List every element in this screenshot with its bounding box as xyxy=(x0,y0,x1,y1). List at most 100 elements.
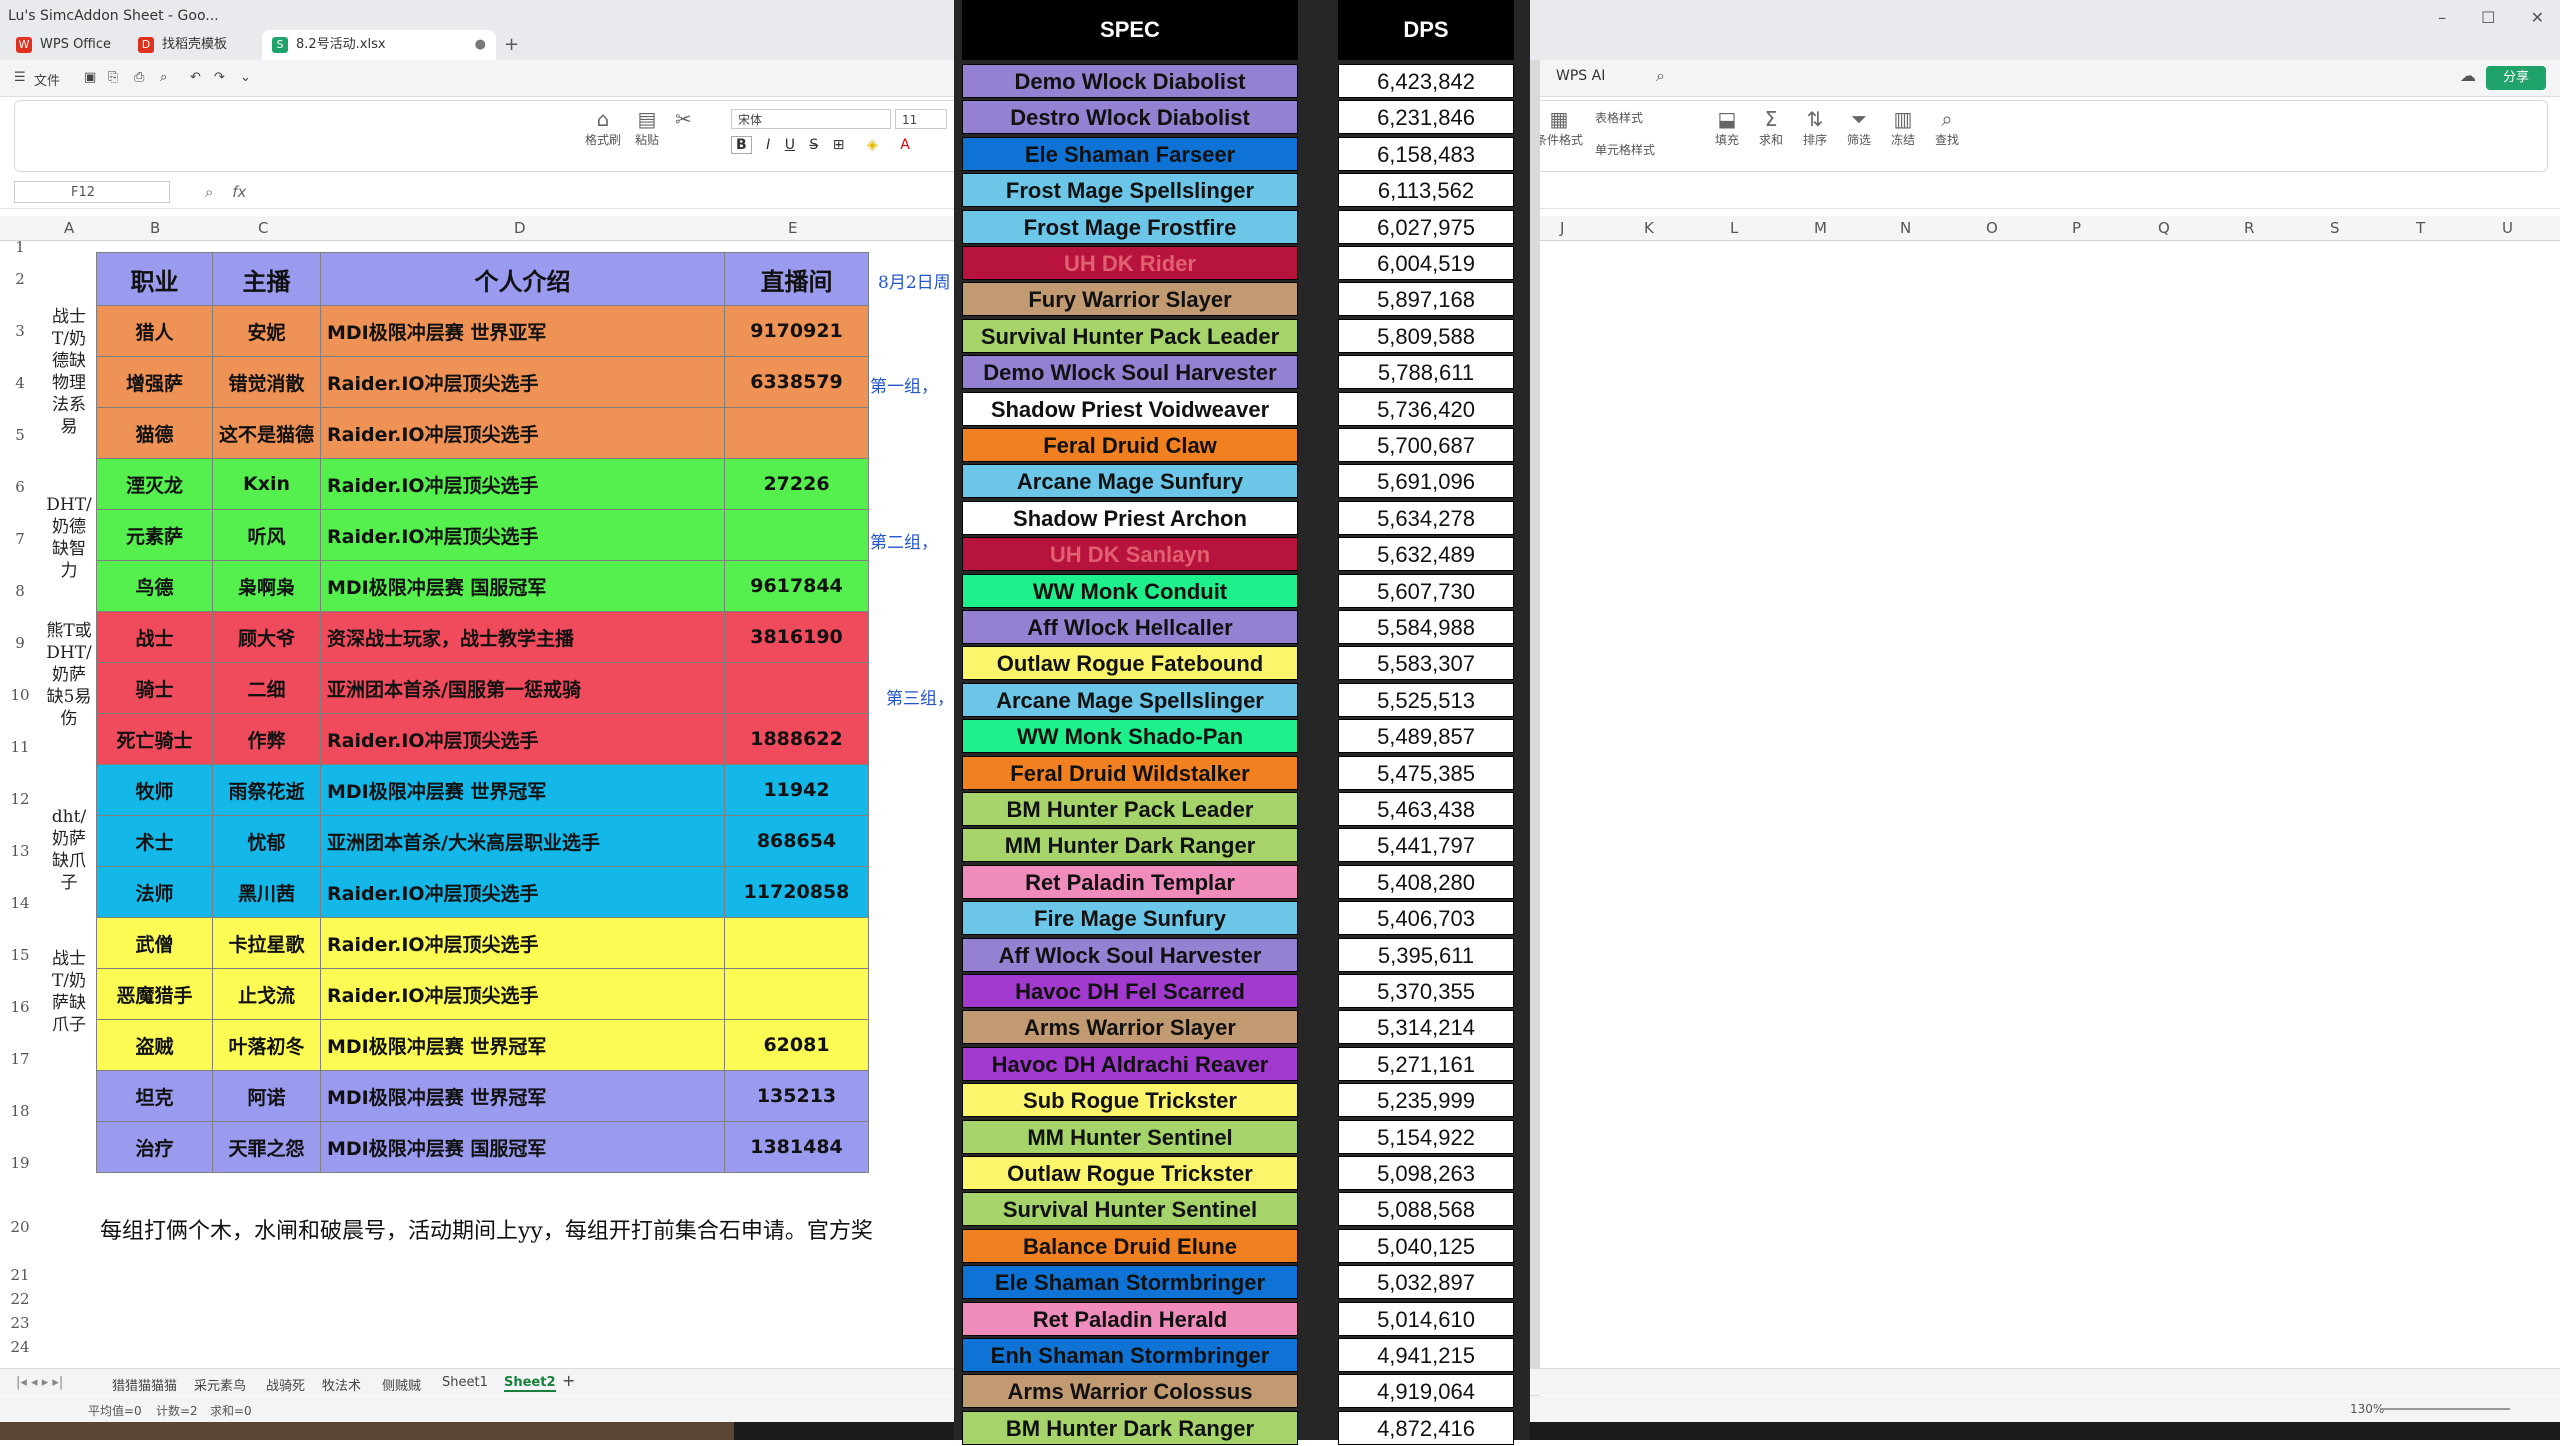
room-cell[interactable]: 868654 xyxy=(724,815,869,867)
side-note[interactable]: 第二组， xyxy=(870,528,938,553)
file-menu[interactable]: 文件 xyxy=(34,70,60,89)
class-cell[interactable]: 猫德 xyxy=(96,407,213,459)
row-number[interactable]: 13 xyxy=(0,842,40,860)
chevron-down-icon[interactable]: ⌄ xyxy=(240,70,251,85)
row-number[interactable]: 8 xyxy=(0,582,40,600)
room-cell[interactable] xyxy=(724,509,869,561)
border-icon[interactable]: ⊞ xyxy=(833,137,845,153)
group-label[interactable]: DHT/奶德缺智力 xyxy=(44,494,94,594)
class-cell[interactable]: 治疗 xyxy=(96,1121,213,1173)
intro-cell[interactable]: MDI极限冲层赛 世界冠军 xyxy=(320,1070,725,1122)
intro-cell[interactable]: MDI极限冲层赛 世界冠军 xyxy=(320,764,725,816)
zoom-icon[interactable]: ⌕ xyxy=(205,183,213,201)
streamer-cell[interactable]: 安妮 xyxy=(212,305,321,357)
streamer-cell[interactable]: 这不是猫德 xyxy=(212,407,321,459)
group-label[interactable]: 熊T或DHT/奶萨缺5易伤 xyxy=(44,620,94,768)
class-cell[interactable]: 坦克 xyxy=(96,1070,213,1122)
sheet-tab[interactable]: 侧贼贼 xyxy=(382,1375,421,1394)
row-number[interactable]: 23 xyxy=(0,1314,40,1332)
side-note[interactable]: 8月2日周 xyxy=(878,268,951,293)
font-name-select[interactable]: 宋体 xyxy=(731,109,891,129)
col-header[interactable]: C xyxy=(258,219,268,237)
intro-cell[interactable]: MDI极限冲层赛 世界冠军 xyxy=(320,1019,725,1071)
row-number[interactable]: 9 xyxy=(0,634,40,652)
header-cell[interactable]: 个人介绍 xyxy=(320,252,725,306)
room-cell[interactable] xyxy=(724,917,869,969)
cut-button[interactable]: ✂ xyxy=(675,107,692,131)
row-number[interactable]: 6 xyxy=(0,478,40,496)
class-cell[interactable]: 术士 xyxy=(96,815,213,867)
room-cell[interactable]: 1888622 xyxy=(724,713,869,765)
row-number[interactable]: 14 xyxy=(0,894,40,912)
row-number[interactable]: 3 xyxy=(0,322,40,340)
col-header[interactable]: U xyxy=(2502,219,2513,237)
room-cell[interactable]: 27226 xyxy=(724,458,869,510)
intro-cell[interactable]: 资深战士玩家，战士教学主播 xyxy=(320,611,725,663)
maximize-icon[interactable]: ☐ xyxy=(2481,8,2495,27)
close-tab-icon[interactable]: ● xyxy=(475,30,486,60)
tab-nav-icon[interactable]: |◂ ◂ ▸ ▸| xyxy=(16,1375,63,1390)
sum-button[interactable]: Σ 求和 xyxy=(1759,107,1783,148)
cloud-icon[interactable]: ☁ xyxy=(2460,66,2476,85)
search-icon[interactable]: ⌕ xyxy=(1656,66,1665,86)
row-number[interactable]: 5 xyxy=(0,426,40,444)
streamer-cell[interactable]: 二细 xyxy=(212,662,321,714)
font-color-icon[interactable]: A xyxy=(900,137,910,153)
col-header[interactable]: Q xyxy=(2158,219,2170,237)
close-icon[interactable]: ✕ xyxy=(2531,8,2544,27)
group-label[interactable]: 战士T/奶萨缺爪子 xyxy=(44,948,94,1070)
room-cell[interactable]: 11942 xyxy=(724,764,869,816)
room-cell[interactable] xyxy=(724,662,869,714)
filter-button[interactable]: ⏷ 筛选 xyxy=(1847,107,1871,148)
streamer-cell[interactable]: 阿诺 xyxy=(212,1070,321,1122)
row-number[interactable]: 17 xyxy=(0,1050,40,1068)
col-header[interactable]: E xyxy=(788,219,797,237)
class-cell[interactable]: 骑士 xyxy=(96,662,213,714)
table-style-button[interactable]: 表格样式 xyxy=(1595,109,1643,126)
room-cell[interactable]: 62081 xyxy=(724,1019,869,1071)
sort-button[interactable]: ⇅ 排序 xyxy=(1803,107,1827,148)
row-number[interactable]: 18 xyxy=(0,1102,40,1120)
row-number[interactable]: 20 xyxy=(0,1218,40,1236)
add-sheet-icon[interactable]: + xyxy=(562,1371,575,1390)
streamer-cell[interactable]: 卡拉星歌 xyxy=(212,917,321,969)
streamer-cell[interactable]: 叶落初冬 xyxy=(212,1019,321,1071)
streamer-cell[interactable]: 忧郁 xyxy=(212,815,321,867)
print-icon[interactable]: ⎙ xyxy=(134,70,144,85)
room-cell[interactable]: 9617844 xyxy=(724,560,869,612)
tab-sheet-file[interactable]: S 8.2号活动.xlsx ● xyxy=(262,30,496,60)
fill-color-icon[interactable]: ◈ xyxy=(867,137,878,153)
header-cell[interactable]: 直播间 xyxy=(724,252,869,306)
row-number[interactable]: 10 xyxy=(0,686,40,704)
room-cell[interactable]: 9170921 xyxy=(724,305,869,357)
col-header[interactable]: S xyxy=(2330,219,2340,237)
room-cell[interactable]: 6338579 xyxy=(724,356,869,408)
streamer-cell[interactable]: 天罪之怨 xyxy=(212,1121,321,1173)
cell-style-button[interactable]: 单元格样式 xyxy=(1595,141,1655,158)
col-header[interactable]: P xyxy=(2072,219,2081,237)
class-cell[interactable]: 死亡骑士 xyxy=(96,713,213,765)
streamer-cell[interactable]: Kxin xyxy=(212,458,321,510)
group-label[interactable]: dht/奶萨缺爪子 xyxy=(44,806,94,906)
preview-icon[interactable]: ⌕ xyxy=(160,70,167,85)
class-cell[interactable]: 盗贼 xyxy=(96,1019,213,1071)
room-cell[interactable] xyxy=(724,407,869,459)
streamer-cell[interactable]: 黑川茜 xyxy=(212,866,321,918)
class-cell[interactable]: 猎人 xyxy=(96,305,213,357)
row-number[interactable]: 21 xyxy=(0,1266,40,1284)
sheet-tab[interactable]: 战骑死 xyxy=(266,1375,305,1394)
save-icon[interactable]: ▣ xyxy=(84,70,96,85)
col-header[interactable]: K xyxy=(1644,219,1654,237)
format-painter-button[interactable]: ⌂ 格式刷 xyxy=(585,107,621,148)
col-header[interactable]: O xyxy=(1986,219,1998,237)
class-cell[interactable]: 恶魔猎手 xyxy=(96,968,213,1020)
row-number[interactable]: 11 xyxy=(0,738,40,756)
class-cell[interactable]: 增强萨 xyxy=(96,356,213,408)
intro-cell[interactable]: Raider.IO冲层顶尖选手 xyxy=(320,968,725,1020)
group-label[interactable]: 战士T/奶德缺物理法系易 xyxy=(44,306,94,454)
export-icon[interactable]: ⎘ xyxy=(108,70,118,85)
zoom-slider[interactable] xyxy=(2380,1408,2510,1410)
share-button[interactable]: 分享 xyxy=(2486,66,2546,90)
streamer-cell[interactable]: 止戈流 xyxy=(212,968,321,1020)
intro-cell[interactable]: Raider.IO冲层顶尖选手 xyxy=(320,407,725,459)
